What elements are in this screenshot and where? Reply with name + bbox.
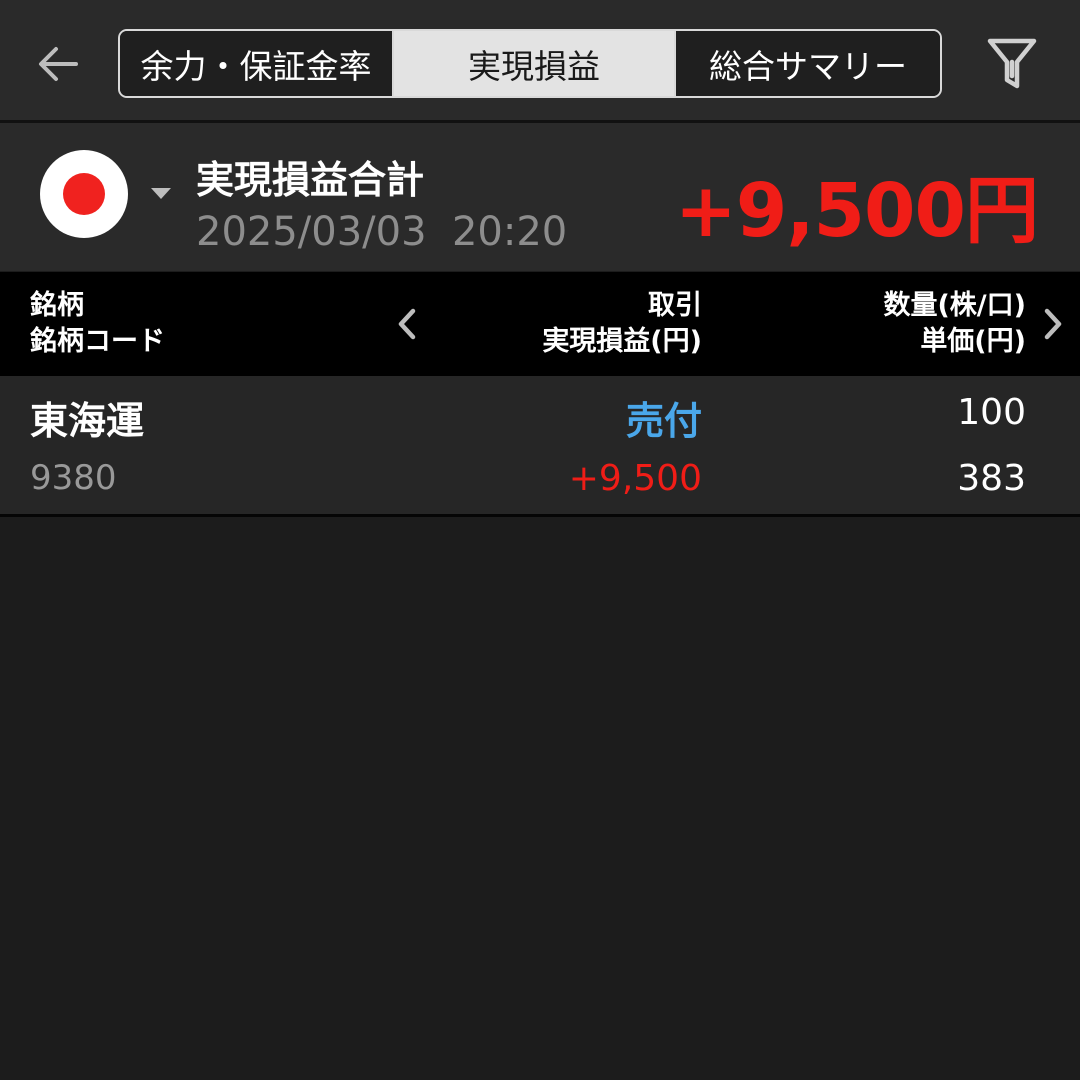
realized-pnl: +9,500 <box>568 458 702 499</box>
tab-margin-ratio[interactable]: 余力・保証金率 <box>120 31 394 96</box>
chevron-left-icon[interactable] <box>392 306 422 342</box>
summary-title: 実現損益合計 <box>196 158 425 202</box>
trade-type: 売付 <box>625 399 702 443</box>
header-col-symbol: 銘柄 銘柄コード <box>30 288 165 360</box>
header-price-label: 単価(円) <box>920 326 1026 357</box>
arrow-left-icon <box>39 47 78 81</box>
summary-datetime: 2025/03/03 20:20 <box>196 209 568 255</box>
header-trade-label: 取引 <box>648 290 702 321</box>
filter-button[interactable] <box>980 32 1044 96</box>
back-button[interactable] <box>30 36 86 92</box>
unit-price: 383 <box>957 458 1026 499</box>
flag-sun <box>63 173 105 215</box>
stock-name: 東海運 <box>30 399 145 443</box>
top-bar: 余力・保証金率 実現損益 総合サマリー <box>0 0 1080 123</box>
header-pnl-label: 実現損益(円) <box>542 326 702 357</box>
stock-code: 9380 <box>30 458 117 498</box>
table-header: 銘柄 銘柄コード 取引 実現損益(円) 数量(株/口) 単価(円) <box>0 272 1080 376</box>
header-col-trade: 取引 実現損益(円) <box>542 288 702 360</box>
realized-pnl-summary: 実現損益合計 2025/03/03 20:20 +9,500円 <box>0 123 1080 271</box>
header-code-label: 銘柄コード <box>30 326 165 357</box>
segment-tabs: 余力・保証金率 実現損益 総合サマリー <box>118 29 942 98</box>
chevron-down-icon[interactable] <box>150 187 172 201</box>
quantity: 100 <box>957 392 1026 433</box>
tab-realized-pnl[interactable]: 実現損益 <box>394 31 674 96</box>
table-row[interactable]: 東海運 9380 売付 +9,500 100 383 <box>0 376 1080 517</box>
header-col-quantity: 数量(株/口) 単価(円) <box>883 288 1026 360</box>
tab-overall-summary[interactable]: 総合サマリー <box>674 31 940 96</box>
japan-flag-icon[interactable] <box>40 150 128 238</box>
filter-icon <box>987 38 1037 89</box>
header-quantity-label: 数量(株/口) <box>883 290 1026 321</box>
summary-total: +9,500円 <box>674 168 1039 254</box>
header-symbol-label: 銘柄 <box>30 290 84 321</box>
chevron-right-icon[interactable] <box>1038 306 1068 342</box>
